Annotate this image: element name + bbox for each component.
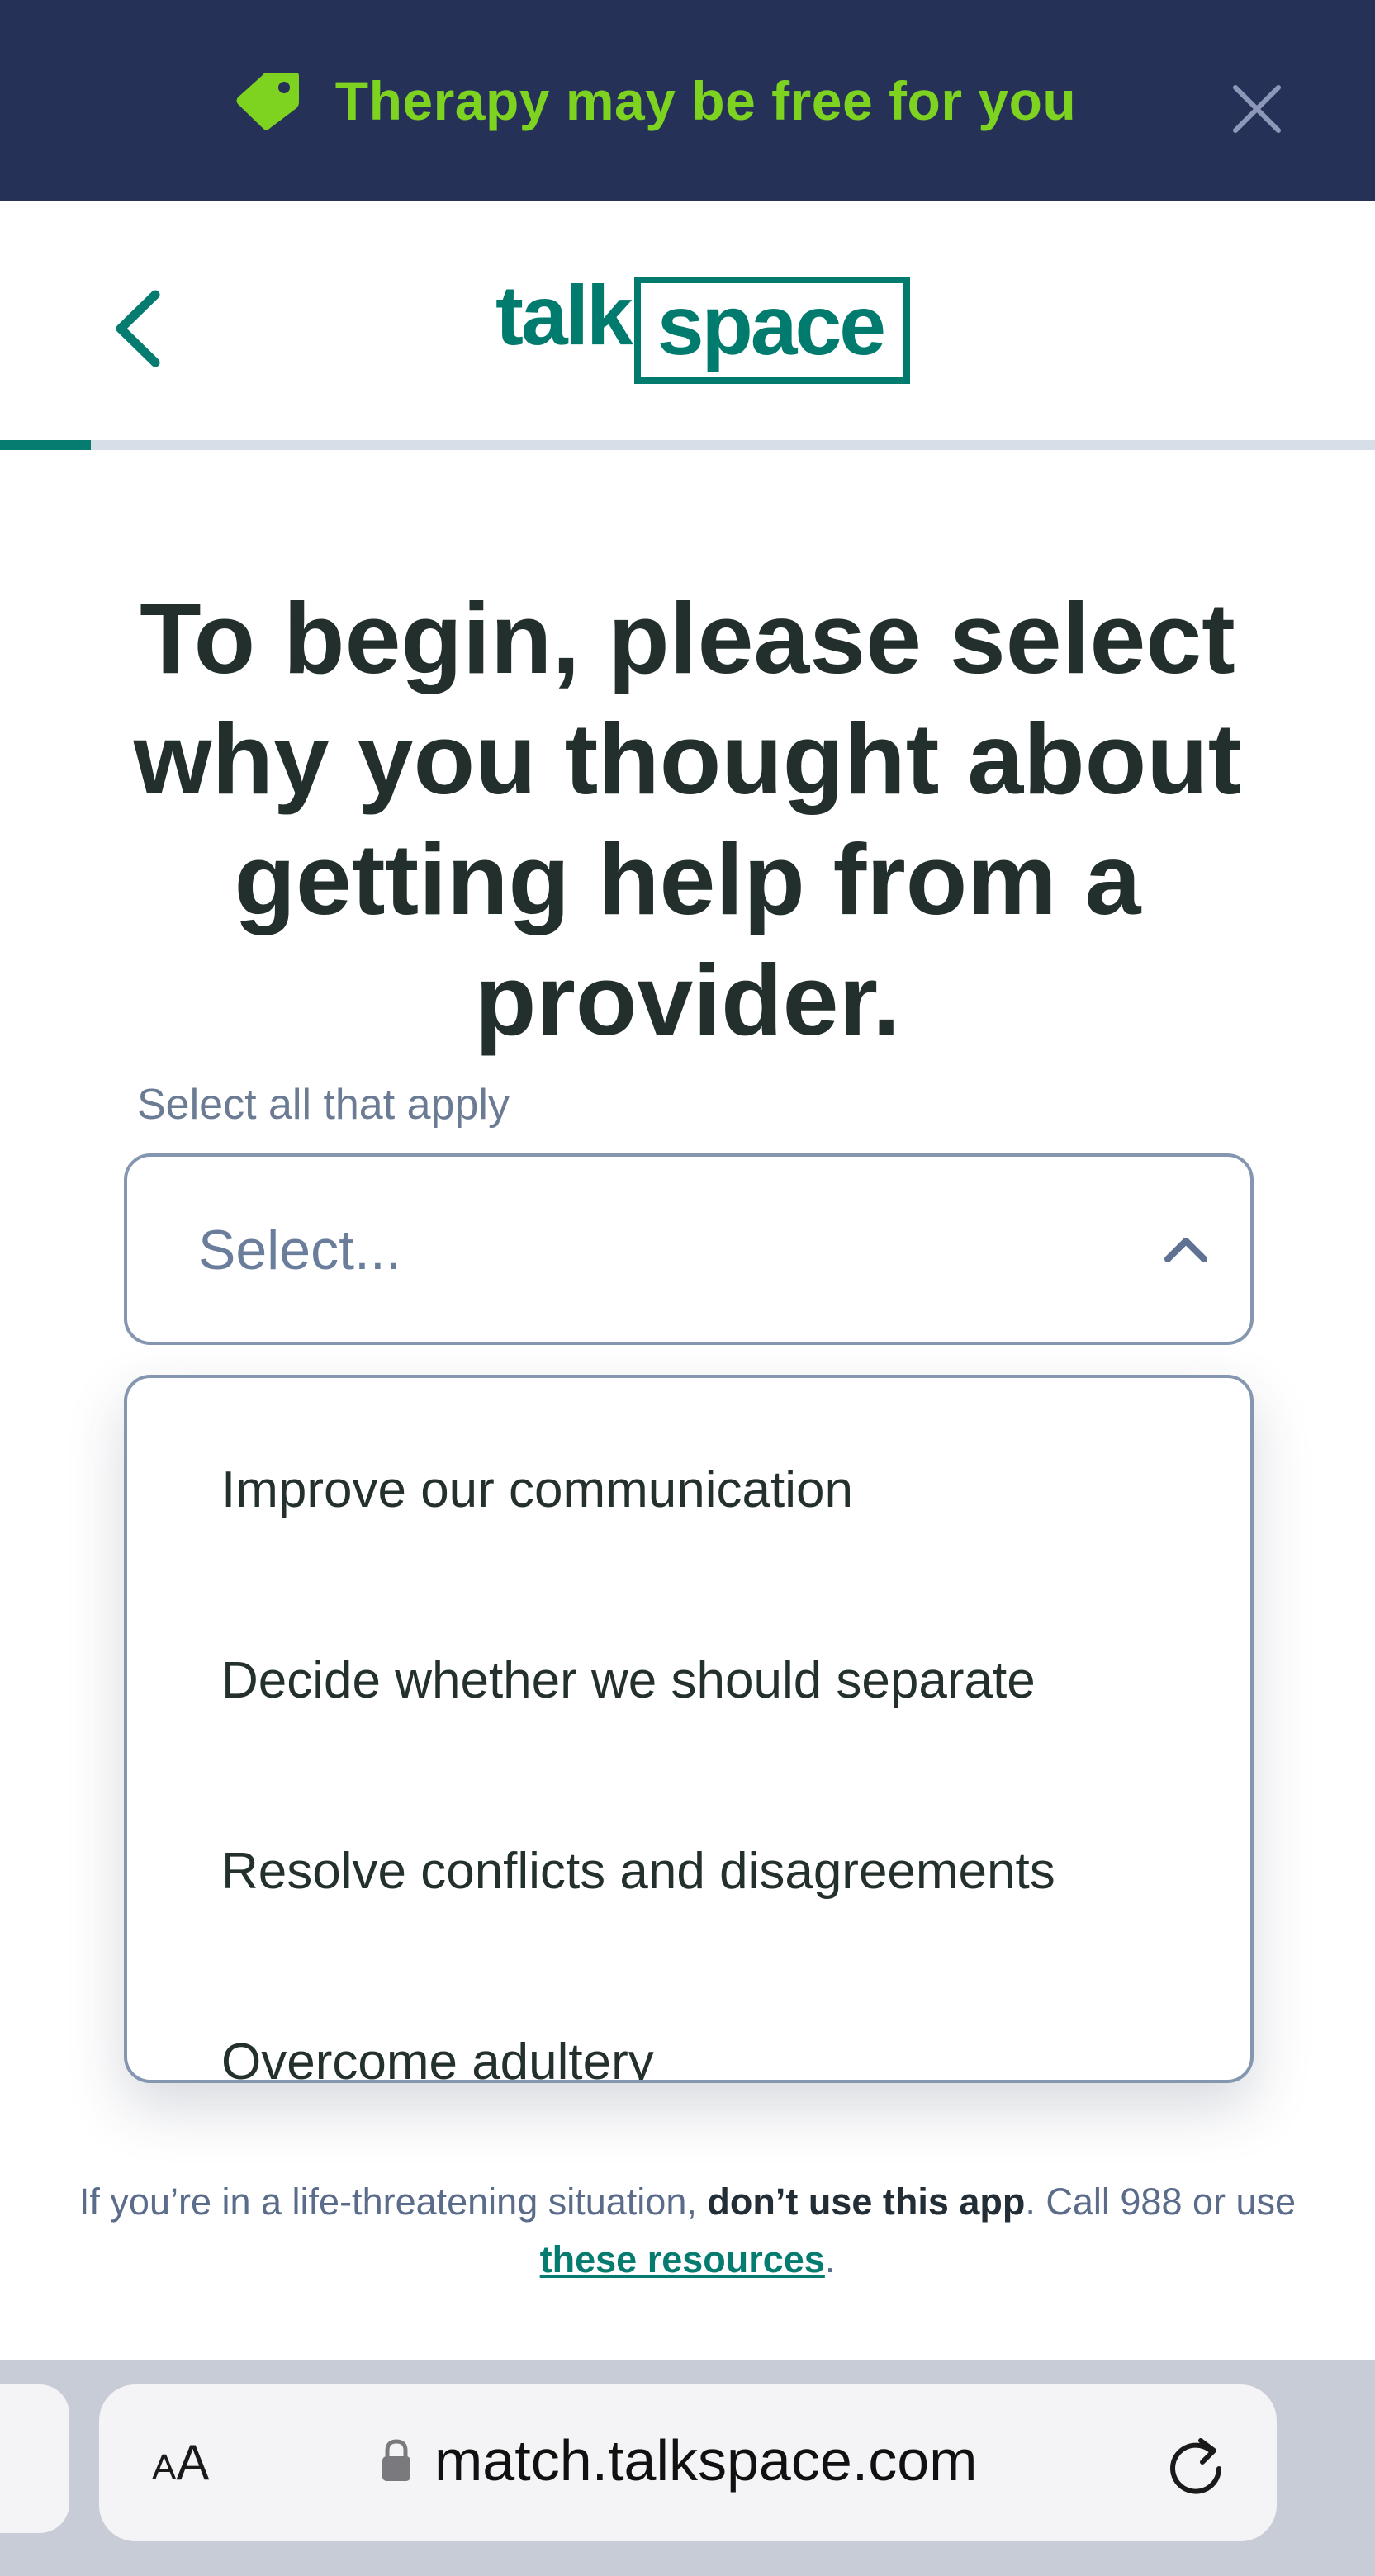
option-resolve-conflicts[interactable]: Resolve conflicts and disagreements (221, 1842, 1055, 1901)
tag-icon (236, 72, 299, 130)
select-hint: Select all that apply (137, 1081, 510, 1129)
chevron-left-icon[interactable] (106, 283, 172, 374)
reason-select[interactable]: Select... (124, 1153, 1254, 1345)
logo-text-space: space (633, 277, 910, 384)
disclaimer-suffix: . (824, 2238, 836, 2280)
option-overcome-adultery[interactable]: Overcome adultery (221, 2033, 654, 2080)
app-header: talk space (0, 201, 1375, 440)
logo-text-talk: talk (495, 268, 633, 362)
talkspace-logo: talk space (495, 267, 910, 384)
select-placeholder: Select... (198, 1219, 401, 1281)
disclaimer-warning: don’t use this app (707, 2181, 1026, 2223)
promo-content[interactable]: Therapy may be free for you (0, 0, 1375, 201)
text-size-button[interactable]: AA (152, 2434, 209, 2491)
address-bar[interactable]: AA match.talkspace.com (99, 2384, 1277, 2541)
option-decide-separate[interactable]: Decide whether we should separate (221, 1651, 1036, 1710)
url-text: match.talkspace.com (434, 2428, 978, 2493)
reload-icon[interactable] (1164, 2432, 1227, 2498)
disclaimer-middle: . Call 988 or use (1025, 2181, 1297, 2223)
promo-text: Therapy may be free for you (334, 69, 1077, 131)
promo-banner: Therapy may be free for you (0, 0, 1375, 201)
progress-fill (0, 440, 91, 450)
crisis-disclaimer: If you’re in a life-threatening situatio… (50, 2173, 1325, 2289)
lock-icon (382, 2439, 410, 2481)
resources-link[interactable]: these resources (540, 2238, 825, 2280)
select-options-menu[interactable]: Improve our communication Decide whether… (124, 1375, 1254, 2083)
progress-bar (0, 440, 1375, 450)
chevron-up-icon (1164, 1238, 1207, 1262)
disclaimer-prefix: If you’re in a life-threatening situatio… (78, 2181, 708, 2223)
page-title: To begin, please select why you thought … (133, 582, 1242, 1056)
close-icon[interactable] (1230, 83, 1283, 135)
browser-toolbar: AA match.talkspace.com (0, 2360, 1375, 2576)
previous-tab[interactable] (0, 2384, 69, 2533)
option-improve-communication[interactable]: Improve our communication (221, 1461, 853, 1519)
